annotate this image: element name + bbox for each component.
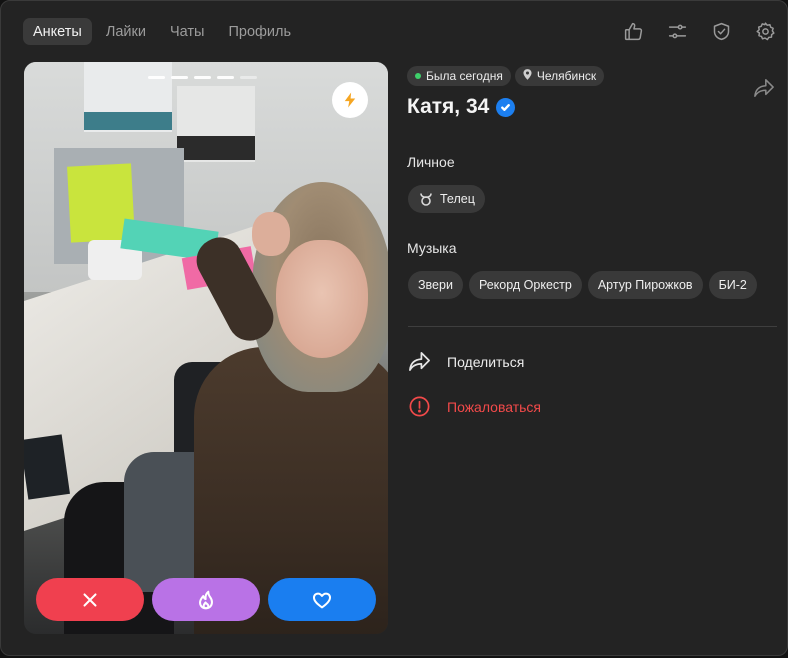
share-arrow-icon — [409, 352, 430, 371]
flame-icon — [199, 590, 213, 609]
shield-check-icon[interactable] — [709, 19, 733, 43]
city-badge: Челябинск — [514, 66, 605, 86]
personal-chips: Телец — [408, 185, 485, 213]
chip-music-3: БИ-2 — [708, 271, 757, 299]
profile-info: Была сегодня Челябинск Катя, 34 — [407, 66, 777, 119]
online-dot-icon — [415, 73, 421, 79]
share-arrow-icon[interactable] — [753, 78, 775, 98]
tab-chats[interactable]: Чаты — [160, 18, 214, 45]
app-window: Анкеты Лайки Чаты Профиль Была сегодня Ч… — [0, 0, 788, 656]
section-personal-title: Личное — [407, 154, 455, 170]
filters-icon[interactable] — [665, 19, 689, 43]
heart-icon — [312, 592, 332, 608]
settings-gear-icon[interactable] — [753, 19, 777, 43]
main-nav: Анкеты Лайки Чаты Профиль — [23, 18, 301, 45]
dislike-button[interactable] — [36, 578, 144, 621]
photo-calendar-left-band — [84, 112, 172, 130]
location-pin-icon — [523, 69, 532, 83]
share-profile-link[interactable]: Поделиться — [408, 350, 524, 373]
warning-circle-icon — [409, 396, 430, 417]
report-profile-link[interactable]: Пожаловаться — [408, 395, 541, 418]
divider — [408, 326, 777, 327]
section-music-title: Музыка — [407, 240, 457, 256]
close-icon — [83, 592, 97, 607]
like-button[interactable] — [268, 578, 376, 621]
city-text: Челябинск — [536, 69, 597, 83]
chip-zodiac: Телец — [408, 185, 485, 213]
chip-music-1: Рекорд Оркестр — [468, 271, 582, 299]
photo-progress-dash — [171, 76, 188, 79]
taurus-icon — [420, 193, 432, 206]
online-status-badge: Была сегодня — [407, 66, 511, 86]
boost-lightning-button[interactable] — [332, 82, 368, 118]
tab-profile[interactable]: Профиль — [218, 18, 301, 45]
photo-person-face — [276, 240, 368, 358]
chip-zodiac-label: Телец — [440, 192, 475, 206]
verified-check-icon — [496, 97, 516, 117]
chip-music-0: Звери — [408, 271, 463, 299]
share-label: Поделиться — [447, 353, 525, 370]
superlike-button[interactable] — [152, 578, 260, 621]
thumbs-up-icon[interactable] — [621, 19, 645, 43]
photo-progress-dash — [194, 76, 211, 79]
online-status-text: Была сегодня — [426, 69, 503, 83]
photo-progress-dash — [217, 76, 234, 79]
chip-music-2: Артур Пирожков — [587, 271, 703, 299]
photo-keyboard — [24, 434, 70, 500]
swipe-actions — [36, 578, 376, 621]
music-chips: Звери Рекорд Оркестр Артур Пирожков БИ-2 — [408, 271, 757, 299]
tab-ankety[interactable]: Анкеты — [23, 18, 92, 45]
tab-likes[interactable]: Лайки — [96, 18, 156, 45]
top-toolbar — [621, 19, 777, 43]
photo-person-hand — [252, 212, 290, 256]
photo-progress-dash — [148, 76, 165, 79]
profile-photo-card[interactable] — [24, 62, 388, 634]
lightning-icon — [344, 92, 356, 108]
photo-progress-dash — [240, 76, 257, 79]
profile-badges: Была сегодня Челябинск — [407, 66, 777, 86]
profile-name-age: Катя, 34 — [407, 95, 490, 118]
photo-calendar-right-band — [177, 136, 255, 160]
report-label: Пожаловаться — [447, 398, 542, 415]
name-row: Катя, 34 — [407, 95, 777, 119]
photo-progress-indicator — [148, 76, 257, 79]
